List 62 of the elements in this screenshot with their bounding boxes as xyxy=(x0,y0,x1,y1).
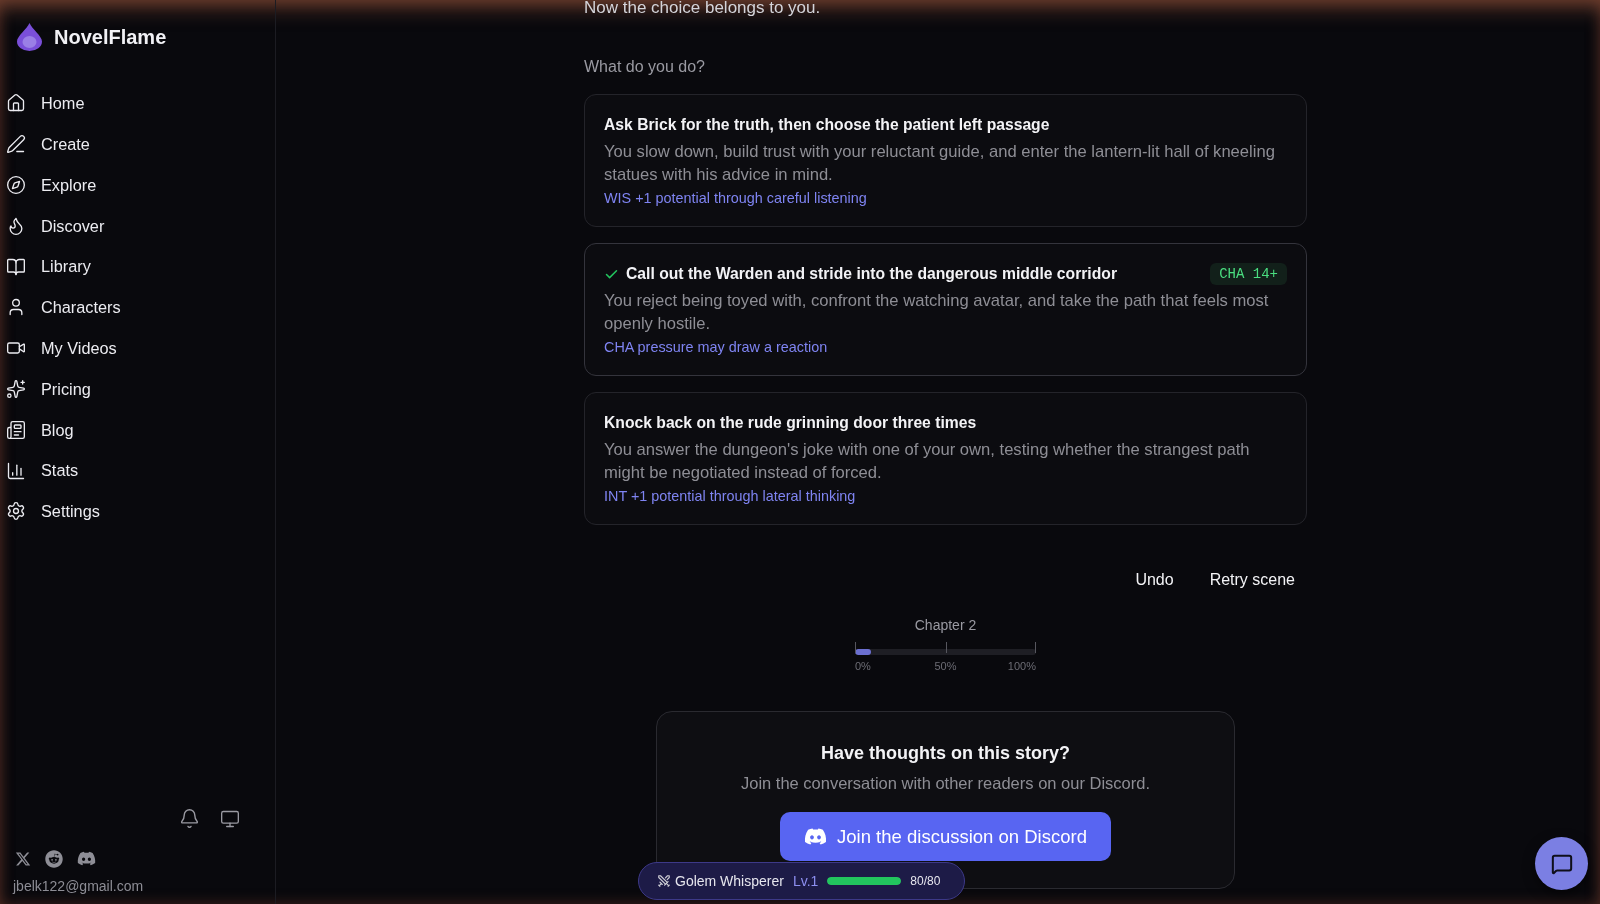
story-text: Now the choice belongs to you. xyxy=(584,0,822,18)
nav-link[interactable]: Characters xyxy=(0,287,133,328)
choice-hint: CHA pressure may draw a reaction xyxy=(604,338,829,357)
nav-link[interactable]: Library xyxy=(0,246,103,287)
nav-link[interactable]: Blog xyxy=(0,409,86,451)
nav-link[interactable]: Pricing xyxy=(0,368,103,410)
sparkles-icon xyxy=(6,378,26,399)
choice-title: Knock back on the rude grinning door three times xyxy=(604,413,977,433)
nav-link[interactable]: Settings xyxy=(0,490,112,532)
tick-label: 0% xyxy=(855,659,872,673)
chapter-label: Chapter 2 xyxy=(914,616,977,635)
crossed-swords-icon xyxy=(657,874,671,888)
user-email: jbelk122@gmail.com xyxy=(13,877,144,896)
home-icon xyxy=(6,93,26,114)
settings-icon xyxy=(6,501,26,522)
badge-reading: 80/80 xyxy=(910,873,941,889)
display-button[interactable] xyxy=(220,808,240,829)
choice-card[interactable] xyxy=(584,94,1307,227)
nav-link[interactable]: My Videos xyxy=(0,327,129,369)
monitor-icon xyxy=(220,808,240,829)
choice-title: Call out the Warden and stride into the dangerous middle corridor xyxy=(626,264,1117,284)
badge-title: Golem Whisperer xyxy=(675,872,784,890)
nav-link[interactable]: Home xyxy=(0,83,97,124)
card-subtitle: Join the conversation with other readers on our Discord. xyxy=(740,773,1150,794)
nav-link[interactable]: Create xyxy=(0,123,102,165)
droplet-logo-icon xyxy=(17,23,42,51)
tick-mark xyxy=(945,642,947,653)
card-title: Have thoughts on this story? xyxy=(821,742,1070,765)
undo-button[interactable]: Undo xyxy=(1123,561,1186,599)
tick-label: 100% xyxy=(1006,659,1036,673)
pen-icon xyxy=(6,134,26,155)
requirement-tag: CHA 14+ xyxy=(1210,263,1287,285)
choice-description: You slow down, build trust with your reluctant guide, and enter the lantern-lit hall of kneeling statues with his advice in mind. xyxy=(604,141,1276,186)
compass-icon xyxy=(6,175,26,195)
tick-label: 50% xyxy=(933,659,958,673)
nav-link[interactable]: Stats xyxy=(0,450,91,491)
choice-card[interactable] xyxy=(584,243,1307,376)
choice-card[interactable] xyxy=(584,392,1307,525)
notifications-button[interactable] xyxy=(179,808,200,829)
discord-icon[interactable] xyxy=(77,849,96,868)
badge-level: Lv.1 xyxy=(792,872,819,890)
retry-button[interactable]: Retry scene xyxy=(1197,561,1307,599)
choice-title: Ask Brick for the truth, then choose the patient left passage xyxy=(604,115,1050,135)
bell-icon xyxy=(179,808,200,829)
nav-link[interactable]: Discover xyxy=(0,205,117,247)
chat-button[interactable] xyxy=(1535,837,1588,890)
tick-mark xyxy=(1035,642,1036,653)
choice-hint: INT +1 potential through lateral thinking xyxy=(604,487,857,506)
book-icon xyxy=(6,256,26,277)
nav-link[interactable]: Explore xyxy=(0,164,109,206)
x-logo-icon[interactable] xyxy=(15,850,31,867)
choice-description: You answer the dungeon's joke with one of your own, testing whether the strangest path might be negotiated instead of forced. xyxy=(604,439,1251,484)
choice-hint: WIS +1 potential through careful listening xyxy=(604,189,868,208)
choice-description: You reject being toyed with, confront the watching avatar, and take the path that feels most openly hostile. xyxy=(604,290,1270,335)
alien-head-icon[interactable] xyxy=(45,849,63,868)
discord-button[interactable]: Join the discussion on Discord xyxy=(780,812,1111,861)
tick-mark xyxy=(855,642,856,653)
brand-name: NovelFlame xyxy=(54,25,167,50)
newspaper-icon xyxy=(6,419,26,440)
bar-chart-icon xyxy=(6,460,26,481)
chat-bubble-icon xyxy=(1550,852,1573,875)
choice-prompt: What do you do? xyxy=(584,57,706,77)
